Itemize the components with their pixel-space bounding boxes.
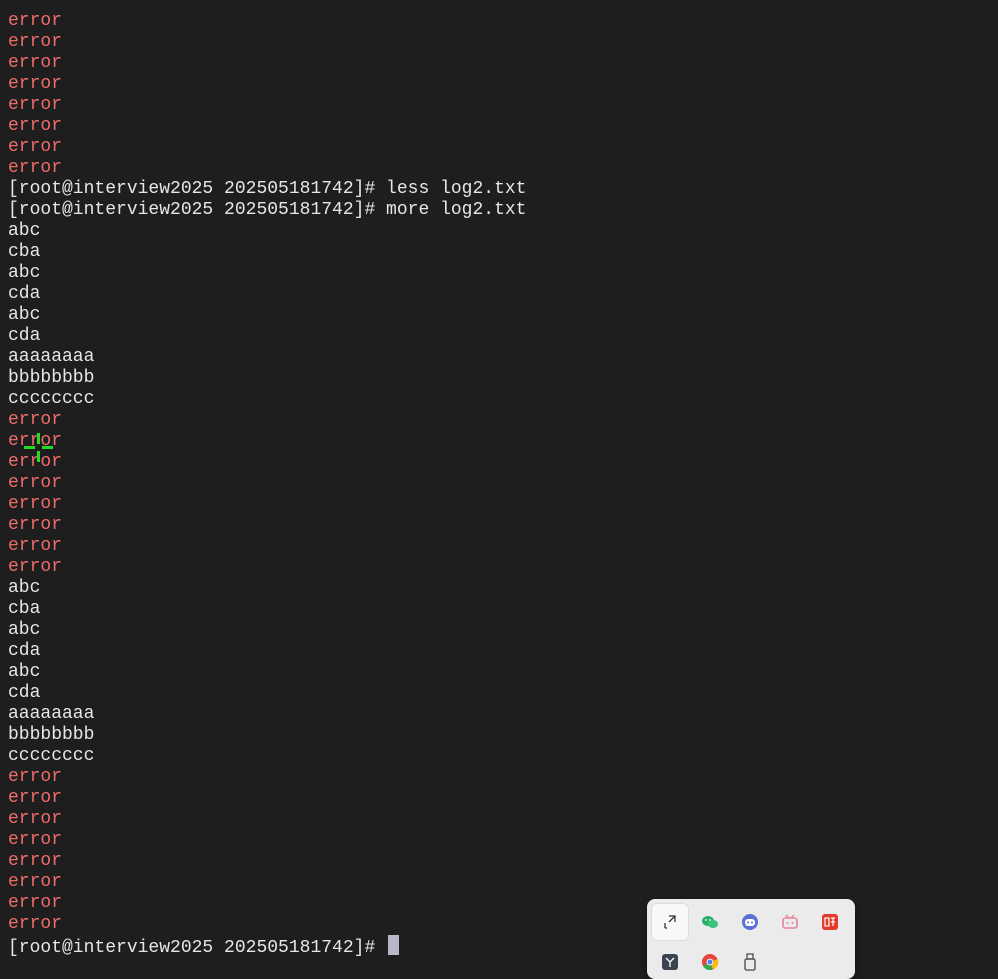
error-line: error — [8, 788, 63, 808]
error-line: error — [8, 872, 63, 892]
usb-drive-icon[interactable] — [732, 944, 768, 979]
error-line: error — [8, 410, 63, 430]
error-line: error — [8, 431, 63, 451]
output-line: cda — [8, 326, 41, 346]
error-line: error — [8, 452, 63, 472]
listen-app-icon[interactable] — [812, 904, 848, 940]
error-line: error — [8, 494, 63, 514]
output-line: bbbbbbbb — [8, 725, 95, 745]
output-line: cda — [8, 284, 41, 304]
error-line: error — [8, 767, 63, 787]
assistant-bot-icon[interactable] — [732, 904, 768, 940]
error-line: error — [8, 137, 63, 157]
output-line: cda — [8, 641, 41, 661]
error-line: error — [8, 11, 63, 31]
text-cursor — [388, 935, 400, 955]
error-line: error — [8, 116, 63, 136]
error-line: error — [8, 158, 63, 178]
output-line: abc — [8, 620, 41, 640]
crosshair-cursor-icon — [24, 433, 53, 462]
error-line: error — [8, 536, 63, 556]
terminal-output: error error error error error error error error… — [8, 11, 527, 958]
error-line: error — [8, 515, 63, 535]
current-prompt-line[interactable]: [root@interview2025 202505181742]# — [8, 935, 526, 958]
terminal-window[interactable]: error error error error error error error error… — [0, 0, 998, 967]
output-line: aaaaaaaa — [8, 347, 95, 367]
output-line: cccccccc — [8, 389, 95, 409]
system-tray-overflow — [647, 899, 855, 979]
error-line: error — [8, 809, 63, 829]
command-line: [root@interview2025 202505181742]# less … — [8, 179, 527, 199]
output-line: abc — [8, 221, 41, 241]
error-line: error — [8, 557, 63, 577]
wechat-icon[interactable] — [692, 904, 728, 940]
output-line: abc — [8, 305, 41, 325]
output-line: bbbbbbbb — [8, 368, 95, 388]
output-line: cba — [8, 242, 41, 262]
error-line: error — [8, 851, 63, 871]
error-line: error — [8, 473, 63, 493]
error-line: error — [8, 830, 63, 850]
command-line: [root@interview2025 202505181742]# more … — [8, 200, 527, 220]
terminal-app-icon[interactable] — [652, 944, 688, 979]
output-line: cda — [8, 683, 41, 703]
output-line: abc — [8, 578, 41, 598]
output-line: abc — [8, 662, 41, 682]
error-line: error — [8, 74, 63, 94]
error-line: error — [8, 95, 63, 115]
output-line: cba — [8, 599, 41, 619]
error-line: error — [8, 32, 63, 52]
prompt-text: [root@interview2025 202505181742]# — [8, 938, 387, 958]
output-line: aaaaaaaa — [8, 704, 95, 724]
output-line: cccccccc — [8, 746, 95, 766]
error-line: error — [8, 893, 63, 913]
chrome-icon[interactable] — [692, 944, 728, 979]
output-line: abc — [8, 263, 41, 283]
bilibili-icon[interactable] — [772, 904, 808, 940]
error-line: error — [8, 914, 63, 934]
error-line: error — [8, 53, 63, 73]
pen-input-icon[interactable] — [652, 904, 688, 940]
